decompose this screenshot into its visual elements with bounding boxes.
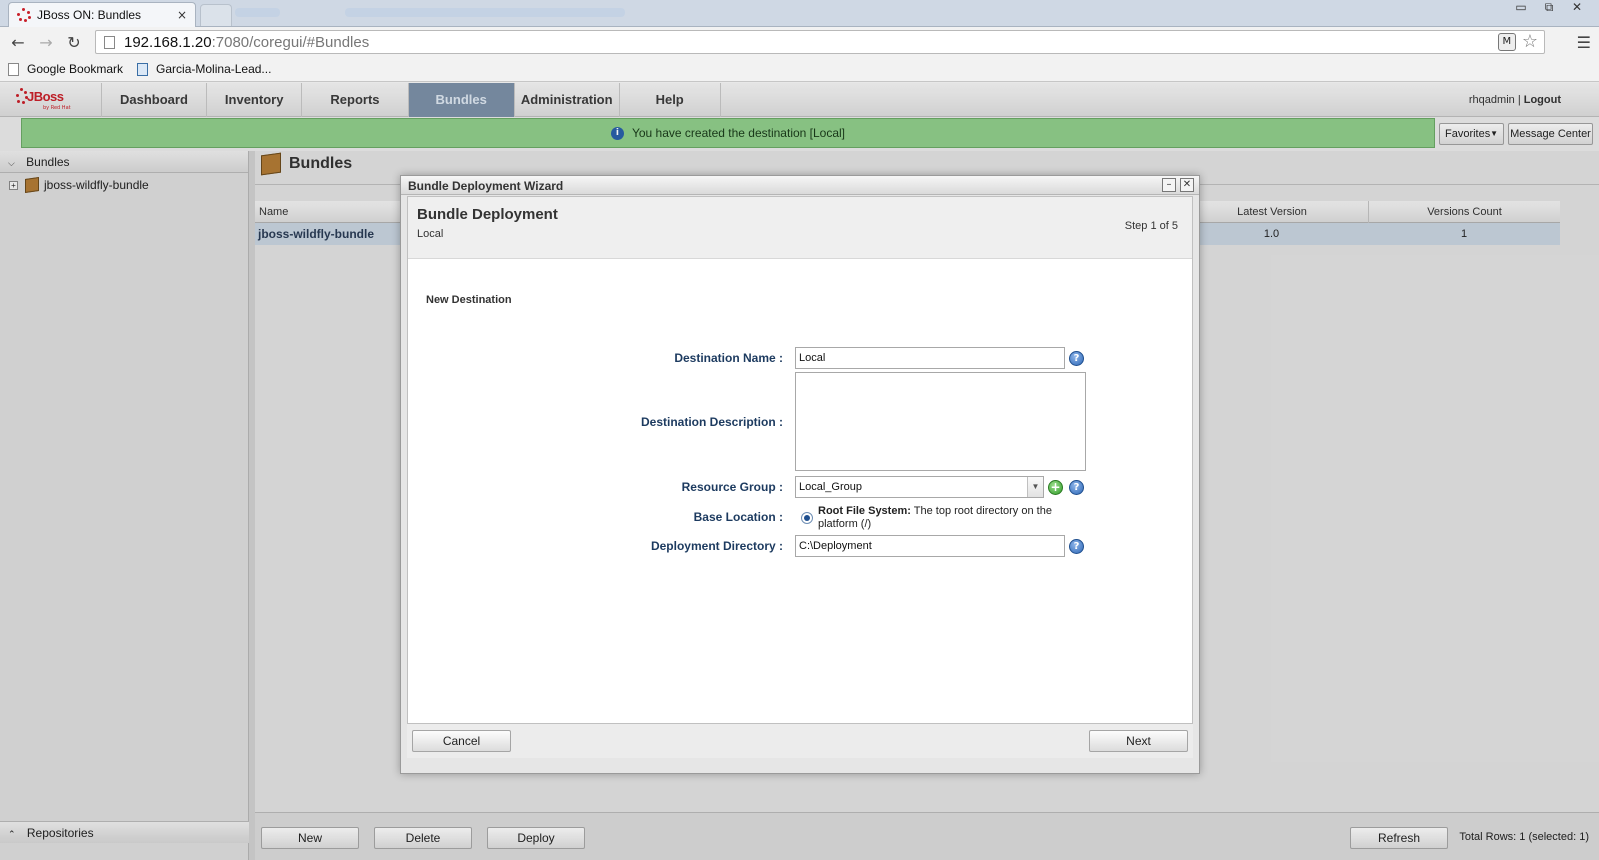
reload-icon[interactable]: ↻ [60, 33, 88, 52]
dialog-titlebar[interactable]: Bundle Deployment Wizard – ✕ [401, 176, 1199, 195]
browser-tab-title: JBoss ON: Bundles [37, 8, 142, 22]
browser-toolbar: ← → ↻ 192.168.1.20:7080/coregui/#Bundles… [0, 27, 1599, 57]
close-icon[interactable]: ✕ [1180, 178, 1194, 192]
help-icon[interactable]: ? [1069, 539, 1084, 554]
cancel-button[interactable]: Cancel [412, 730, 511, 752]
restore-icon[interactable]: ⧉ [1535, 0, 1563, 18]
section-title: New Destination [426, 294, 512, 306]
window-close-icon[interactable]: ✕ [1563, 0, 1591, 18]
destination-name-label: Destination Name : [674, 351, 783, 365]
add-icon[interactable]: + [1048, 480, 1063, 495]
destination-description-label: Destination Description : [640, 415, 783, 429]
next-button[interactable]: Next [1089, 730, 1188, 752]
bundle-deployment-wizard: Bundle Deployment Wizard – ✕ Bundle Depl… [400, 175, 1200, 774]
root-file-system-radio[interactable] [801, 512, 813, 524]
blurred-region [345, 8, 625, 17]
browser-menu-icon[interactable]: ☰ [1577, 33, 1591, 52]
browser-tab-new[interactable] [200, 4, 232, 26]
page-icon [104, 35, 115, 49]
back-arrow-icon[interactable]: ← [4, 33, 32, 52]
bookmark-label: Garcia-Molina-Lead... [156, 62, 272, 76]
page-icon [8, 62, 19, 76]
wizard-title: Bundle Deployment [417, 206, 558, 223]
dialog-footer: Cancel Next [407, 723, 1193, 758]
blurred-region [235, 8, 280, 17]
minimize-icon[interactable]: – [1162, 178, 1176, 192]
forward-arrow-icon[interactable]: → [32, 33, 60, 52]
deployment-directory-input[interactable]: C:\Deployment [795, 535, 1065, 557]
resource-group-label: Resource Group : [681, 480, 783, 494]
wizard-header: Bundle Deployment Local Step 1 of 5 [408, 197, 1192, 259]
wizard-step: Step 1 of 5 [1124, 220, 1178, 232]
resource-group-value: Local_Group [799, 481, 862, 493]
resource-group-select[interactable]: Local_Group ▼ [795, 476, 1044, 498]
window-controls: ▭ ⧉ ✕ [1507, 0, 1591, 18]
bookmark-star-icon[interactable]: ☆ [1522, 33, 1538, 51]
minimize-icon[interactable]: ▭ [1507, 0, 1535, 18]
bookmarks-bar: Google Bookmark Garcia-Molina-Lead... [0, 57, 1599, 82]
tab-close-icon[interactable]: × [177, 8, 187, 22]
browser-tabbar: JBoss ON: Bundles × ▭ ⧉ ✕ [0, 0, 1599, 27]
extension-icon[interactable]: M [1497, 33, 1516, 51]
wizard-subtitle: Local [417, 228, 444, 240]
destination-description-textarea[interactable] [795, 372, 1086, 471]
bookmark-item[interactable]: Google Bookmark [8, 62, 123, 76]
base-location-label: Base Location : [693, 510, 783, 524]
browser-tab-active[interactable]: JBoss ON: Bundles × [8, 2, 196, 27]
destination-name-input[interactable]: Local [795, 347, 1065, 369]
deployment-directory-label: Deployment Directory : [650, 539, 783, 553]
help-icon[interactable]: ? [1069, 480, 1084, 495]
root-file-system-option[interactable]: Root File System: The top root directory… [818, 505, 1073, 531]
dialog-title: Bundle Deployment Wizard [408, 179, 564, 193]
url-host: 192.168.1.20 [124, 33, 212, 51]
bookmark-label: Google Bookmark [27, 62, 124, 76]
address-bar[interactable]: 192.168.1.20:7080/coregui/#Bundles M ☆ [95, 30, 1545, 54]
jboss-favicon-icon [17, 8, 31, 22]
option-title: Root File System: [818, 505, 911, 517]
chevron-down-icon[interactable]: ▼ [1027, 477, 1043, 497]
url-path: :7080/coregui/#Bundles [211, 33, 370, 51]
dialog-body: Bundle Deployment Local Step 1 of 5 New … [407, 196, 1193, 744]
help-icon[interactable]: ? [1069, 351, 1084, 366]
bookmark-item[interactable]: Garcia-Molina-Lead... [137, 62, 271, 76]
doc-icon [137, 62, 149, 76]
